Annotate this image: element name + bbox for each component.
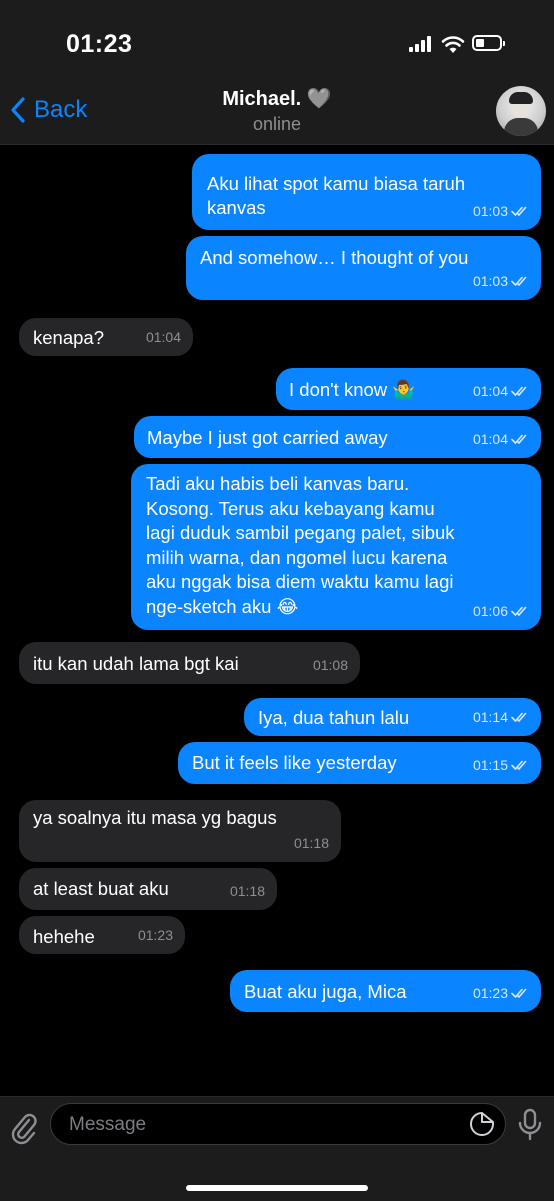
contact-name[interactable]: Michael. 🩶 (0, 86, 554, 111)
message-text: Buat aku juga, Mica (244, 980, 406, 1004)
message-time: 01:18 (293, 835, 329, 851)
incoming-message[interactable]: ya soalnya itu masa yg bagus 01:18 (19, 800, 341, 862)
message-text: hehehe (33, 925, 95, 949)
sticker-icon[interactable] (469, 1111, 495, 1137)
message-line: Iya, dua tahun lalu (258, 707, 410, 728)
paperclip-icon[interactable] (10, 1111, 38, 1145)
message-line: kanvas (207, 197, 266, 218)
message-line: milih warna, dan ngomel lucu karena (146, 546, 448, 568)
message-line: aku nggak bisa diem waktu kamu lagi (146, 571, 454, 592)
message-line: itu kan udah lama bgt kai (33, 653, 239, 674)
status-bar: 01:23 (0, 0, 554, 86)
message-time: 01:23 (137, 927, 173, 943)
wifi-icon (441, 36, 465, 53)
outgoing-message[interactable]: Tadi aku habis beli kanvas baru. Kosong. … (131, 464, 541, 630)
message-text: ya soalnya itu masa yg bagus (33, 806, 277, 830)
message-line: hehehe (33, 926, 95, 947)
message-input[interactable] (67, 1111, 451, 1139)
composer-bar (0, 1096, 554, 1201)
microphone-icon[interactable] (516, 1107, 544, 1143)
double-check-icon (511, 606, 527, 616)
outgoing-message[interactable]: Buat aku juga, Mica 01:23 (230, 970, 541, 1012)
incoming-message[interactable]: itu kan udah lama bgt kai 01:08 (19, 642, 360, 684)
message-line: Aku lihat spot kamu biasa taruh (207, 173, 466, 194)
message-time: 01:03 (472, 273, 508, 289)
double-check-icon (511, 712, 527, 722)
battery-icon (472, 35, 505, 51)
outgoing-message[interactable]: Aku lihat spot kamu biasa taruh kanvas 01:… (192, 154, 541, 230)
message-text: I don't know 🤷‍♂️ (289, 378, 415, 402)
message-meta: 01:15 (473, 753, 529, 777)
outgoing-message[interactable]: And somehow… I thought of you 01:03 (186, 236, 541, 300)
message-time: 01:18 (229, 883, 265, 899)
message-line: I don't know 🤷‍♂️ (289, 379, 416, 400)
double-check-icon (511, 276, 527, 286)
outgoing-message[interactable]: I don't know 🤷‍♂️ 01:04 (276, 368, 541, 410)
message-time: 01:14 (472, 709, 508, 725)
message-text: Aku lihat spot kamu biasa taruh kanvas (207, 172, 465, 220)
message-line: Buat aku juga, Mica (244, 981, 407, 1002)
message-meta: 01:23 (138, 923, 173, 947)
message-line: Tadi aku habis beli kanvas baru. (146, 473, 410, 494)
message-text: Maybe I just got carried away (147, 426, 388, 450)
status-time: 01:23 (66, 30, 133, 58)
message-line: at least buat aku (33, 878, 169, 899)
incoming-message[interactable]: kenapa? 01:04 (19, 318, 193, 356)
contact-status: online (252, 114, 302, 134)
incoming-message[interactable]: at least buat aku 01:18 (19, 868, 277, 910)
message-text: Tadi aku habis beli kanvas baru. Kosong. … (146, 472, 455, 619)
avatar[interactable] (496, 86, 546, 136)
outgoing-message[interactable]: Maybe I just got carried away 01:04 (134, 416, 541, 458)
message-meta: 01:14 (473, 705, 529, 729)
message-line: nge-sketch aku 😂 (146, 595, 299, 617)
message-line: Maybe I just got carried away (147, 427, 388, 448)
double-check-icon (511, 386, 527, 396)
message-time: 01:03 (472, 203, 508, 219)
message-meta: 01:06 (473, 599, 529, 623)
message-meta: 01:04 (146, 325, 181, 349)
message-line: ya soalnya itu masa yg bagus (33, 807, 277, 828)
message-time: 01:06 (472, 603, 508, 619)
message-time: 01:15 (472, 757, 508, 773)
message-text: Iya, dua tahun lalu (258, 706, 409, 730)
message-meta: 01:18 (294, 831, 329, 855)
message-time: 01:23 (472, 985, 508, 1001)
message-meta: 01:04 (473, 427, 529, 451)
message-meta: 01:08 (313, 653, 348, 677)
double-check-icon (511, 760, 527, 770)
message-meta: 01:23 (473, 981, 529, 1005)
message-text: itu kan udah lama bgt kai (33, 652, 239, 676)
message-time: 01:04 (472, 431, 508, 447)
message-text: kenapa? (33, 326, 104, 350)
message-line: But it feels like yesterday (192, 752, 397, 773)
message-time: 01:04 (145, 329, 181, 345)
message-text: But it feels like yesterday (192, 751, 397, 775)
message-meta: 01:04 (473, 379, 529, 403)
home-indicator (186, 1185, 368, 1191)
message-text: at least buat aku (33, 877, 169, 901)
message-time: 01:04 (472, 383, 508, 399)
message-meta: 01:18 (230, 879, 265, 903)
message-text: And somehow… I thought of you (200, 246, 468, 270)
message-meta: 01:03 (473, 199, 529, 223)
outgoing-message[interactable]: But it feels like yesterday 01:15 (178, 742, 541, 784)
message-line: lagi duduk sambil pegang palet, sibuk (146, 522, 455, 543)
message-meta: 01:03 (473, 269, 529, 293)
double-check-icon (511, 988, 527, 998)
double-check-icon (511, 434, 527, 444)
incoming-message[interactable]: hehehe 01:23 (19, 916, 185, 954)
message-line: Kosong. Terus aku kebayang kamu (146, 497, 435, 519)
outgoing-message[interactable]: Iya, dua tahun lalu 01:14 (244, 698, 541, 736)
message-field[interactable] (50, 1103, 506, 1145)
double-check-icon (511, 206, 527, 216)
signal-icon (409, 36, 435, 52)
chat-header: Back Michael. 🩶 online (0, 86, 554, 145)
message-time: 01:08 (312, 657, 348, 673)
message-line: And somehow… I thought of you (200, 247, 469, 268)
message-line: kenapa? (33, 327, 104, 348)
